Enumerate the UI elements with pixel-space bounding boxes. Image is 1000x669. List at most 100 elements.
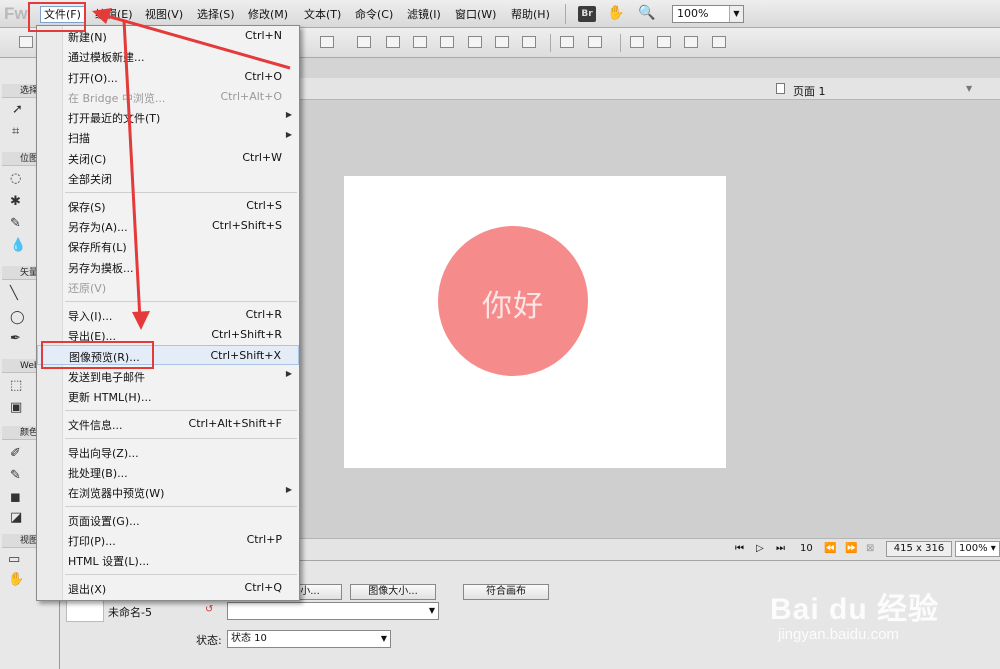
properties-dropdown[interactable]: ▼ — [227, 602, 439, 620]
submenu-arrow-icon: ▶ — [285, 110, 292, 119]
rotate-left-icon[interactable] — [630, 36, 644, 48]
zoom-tool-icon[interactable]: 🔍 — [638, 5, 655, 21]
state-label: 状态: — [196, 634, 222, 647]
circle-text[interactable]: 你好 — [438, 281, 588, 325]
pen-tool-icon[interactable]: ✒ — [10, 331, 21, 346]
state-select[interactable]: 状态 10 ▼ — [227, 630, 391, 648]
eyedropper-icon[interactable]: ✐ — [10, 446, 21, 461]
first-frame-icon[interactable]: ⏮ — [735, 543, 744, 554]
distribute-icon[interactable] — [560, 36, 574, 48]
zoom-level-value: 100% — [959, 543, 988, 554]
hand-tool-icon[interactable]: ✋ — [607, 5, 624, 21]
bridge-icon[interactable]: Br — [578, 6, 596, 22]
pointer-tool-icon[interactable]: ➚ — [12, 102, 23, 117]
screen-mode-icon[interactable]: ▭ — [8, 552, 20, 567]
menu-text[interactable]: 文本(T) — [301, 6, 344, 23]
page-icon — [776, 83, 785, 94]
toolbar-separator — [550, 34, 551, 52]
menu-filters[interactable]: 滤镜(I) — [404, 6, 444, 23]
menu-item-scan[interactable]: 扫描 ▶ — [37, 127, 299, 147]
flip-vertical-icon[interactable] — [712, 36, 726, 48]
menu-window[interactable]: 窗口(W) — [452, 6, 499, 23]
menu-item-new-from-template[interactable]: 通过模板新建... — [37, 46, 299, 66]
magic-wand-icon[interactable]: ✱ — [10, 194, 21, 209]
arrange-icon[interactable] — [522, 36, 536, 48]
menu-item-print[interactable]: 打印(P)... Ctrl+P — [37, 530, 299, 550]
split-icon[interactable] — [440, 36, 454, 48]
bring-front-icon[interactable] — [468, 36, 482, 48]
align-dropdown-icon[interactable] — [588, 36, 602, 48]
menu-edit[interactable]: 编辑(E) — [92, 6, 136, 23]
menu-item-file-info[interactable]: 文件信息... Ctrl+Alt+Shift+F — [37, 414, 299, 434]
menu-item-open[interactable]: 打开(O)... Ctrl+O — [37, 67, 299, 87]
menu-item-save-as[interactable]: 另存为(A)... Ctrl+Shift+S — [37, 216, 299, 236]
page-selector[interactable]: 页面 1 — [793, 83, 826, 99]
fit-canvas-button[interactable]: 符合画布 — [463, 584, 549, 600]
crop-tool-icon[interactable]: ⌗ — [12, 124, 19, 139]
new-document-icon[interactable] — [19, 36, 33, 48]
join-icon[interactable] — [413, 36, 427, 48]
canvas-size: 415 x 316 — [886, 541, 952, 557]
chevron-down-icon: ▼ — [729, 6, 743, 22]
play-icon[interactable]: ▷ — [756, 543, 764, 554]
image-size-button[interactable]: 图像大小... — [350, 584, 436, 600]
menu-item-html-settings[interactable]: HTML 设置(L)... — [37, 550, 299, 570]
paint-bucket-icon[interactable]: ✎ — [10, 468, 21, 483]
stop-icon[interactable]: ⊠ — [866, 543, 874, 554]
blur-tool-icon[interactable]: 💧 — [10, 238, 26, 253]
menu-item-close-all[interactable]: 全部关闭 — [37, 168, 299, 188]
annotation-box-file-menu — [28, 2, 86, 32]
menu-separator — [65, 192, 297, 193]
menu-item-save[interactable]: 保存(S) Ctrl+S — [37, 196, 299, 216]
menu-item-preview-browser[interactable]: 在浏览器中预览(W) ▶ — [37, 482, 299, 502]
swap-colors-icon[interactable]: ◪ — [10, 510, 22, 525]
menu-item-page-setup[interactable]: 页面设置(G)... — [37, 510, 299, 530]
align-icon[interactable] — [320, 36, 334, 48]
menu-modify[interactable]: 修改(M) — [245, 6, 291, 23]
ellipse-tool-icon[interactable]: ◯ — [10, 310, 25, 325]
prev-frame-icon[interactable]: ⏪ — [824, 543, 836, 554]
app-logo: Fw — [4, 4, 28, 23]
submenu-arrow-icon: ▶ — [285, 130, 292, 139]
menu-item-update-html[interactable]: 更新 HTML(H)... — [37, 386, 299, 406]
menu-item-browse-bridge: 在 Bridge 中浏览... Ctrl+Alt+O — [68, 90, 282, 105]
brush-tool-icon[interactable]: ✎ — [10, 216, 21, 231]
menu-item-open-recent[interactable]: 打开最近的文件(T) ▶ — [37, 107, 299, 127]
group-icon[interactable] — [357, 36, 371, 48]
slice-tool-icon[interactable]: ▣ — [10, 400, 22, 415]
annotation-box-image-preview — [41, 341, 154, 369]
last-frame-icon[interactable]: ⏭ — [776, 543, 785, 554]
menu-item-import[interactable]: 导入(I)... Ctrl+R — [37, 305, 299, 325]
next-frame-icon[interactable]: ⏩ — [845, 543, 857, 554]
menu-item-batch-process[interactable]: 批处理(B)... — [37, 462, 299, 482]
menu-help[interactable]: 帮助(H) — [508, 6, 553, 23]
rotate-right-icon[interactable] — [657, 36, 671, 48]
zoom-select[interactable]: 100% ▼ — [672, 5, 744, 23]
zoom-level-select[interactable]: 100% ▾ — [955, 541, 1000, 557]
line-tool-icon[interactable]: ╲ — [10, 286, 18, 301]
send-back-icon[interactable] — [495, 36, 509, 48]
menu-separator — [565, 4, 566, 24]
fill-color-icon[interactable]: ◼ — [10, 490, 21, 505]
submenu-arrow-icon: ▶ — [285, 485, 292, 494]
file-menu: 新建(N) Ctrl+N 通过模板新建... 打开(O)... Ctrl+O 在 B… — [36, 25, 300, 601]
menu-item-export-wizard[interactable]: 导出向导(Z)... — [37, 442, 299, 462]
menu-item-save-as-template[interactable]: 另存为摸板... — [37, 257, 299, 277]
menu-item-send-email[interactable]: 发送到电子邮件 ▶ — [37, 366, 299, 386]
menu-select[interactable]: 选择(S) — [194, 6, 238, 23]
menu-item-save-all[interactable]: 保存所有(L) — [37, 236, 299, 256]
menu-item-exit[interactable]: 退出(X) Ctrl+Q — [37, 578, 299, 598]
menu-view[interactable]: 视图(V) — [142, 6, 186, 23]
chevron-down-icon[interactable]: ▼ — [966, 84, 972, 93]
watermark-url: jingyan.baidu.com — [778, 626, 899, 643]
flip-horizontal-icon[interactable] — [684, 36, 698, 48]
ungroup-icon[interactable] — [386, 36, 400, 48]
submenu-arrow-icon: ▶ — [285, 369, 292, 378]
menu-commands[interactable]: 命令(C) — [352, 6, 396, 23]
menu-separator — [65, 574, 297, 575]
hand-icon[interactable]: ✋ — [8, 572, 24, 587]
link-icon[interactable]: ↺ — [205, 604, 213, 615]
menu-item-close[interactable]: 关闭(C) Ctrl+W — [37, 148, 299, 168]
lasso-tool-icon[interactable]: ◌ — [10, 171, 21, 186]
hotspot-tool-icon[interactable]: ⬚ — [10, 378, 22, 393]
